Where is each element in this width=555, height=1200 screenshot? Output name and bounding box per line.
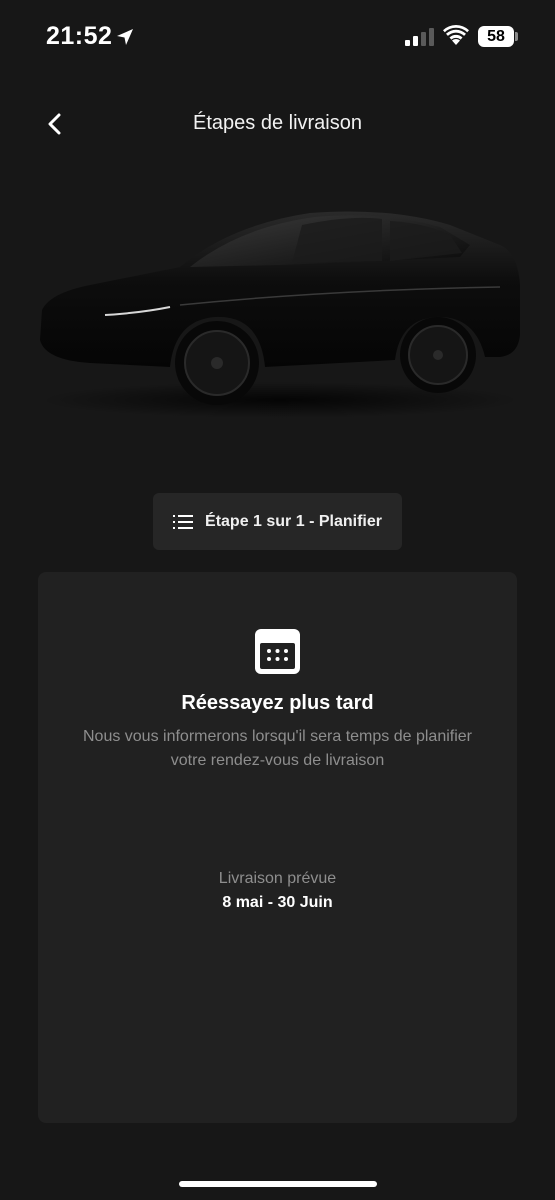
list-icon — [173, 514, 194, 529]
location-arrow-icon — [117, 29, 133, 45]
page-title: Étapes de livraison — [193, 112, 362, 134]
battery-icon: 58 — [478, 26, 514, 47]
signal-icon — [405, 28, 434, 46]
card-message: Nous vous informerons lorsqu'il sera tem… — [82, 728, 472, 769]
home-indicator[interactable] — [179, 1181, 377, 1187]
delivery-dates: 8 mai - 30 Juin — [222, 894, 333, 911]
delivery-card: Réessayez plus tard Nous vous informeron… — [38, 572, 517, 1123]
battery-tip — [515, 32, 518, 41]
step-selector-button[interactable]: Étape 1 sur 1 - Planifier — [153, 493, 402, 550]
status-time: 21:52 — [46, 22, 113, 50]
card-title: Réessayez plus tard — [181, 692, 374, 714]
step-label: Étape 1 sur 1 - Planifier — [205, 512, 382, 530]
wifi-icon — [443, 25, 469, 45]
battery-level: 58 — [487, 28, 505, 45]
car-image — [40, 211, 520, 418]
status-bar: 21:52 58 — [0, 0, 555, 74]
calendar-icon — [255, 629, 300, 674]
delivery-label: Livraison prévue — [218, 870, 337, 887]
